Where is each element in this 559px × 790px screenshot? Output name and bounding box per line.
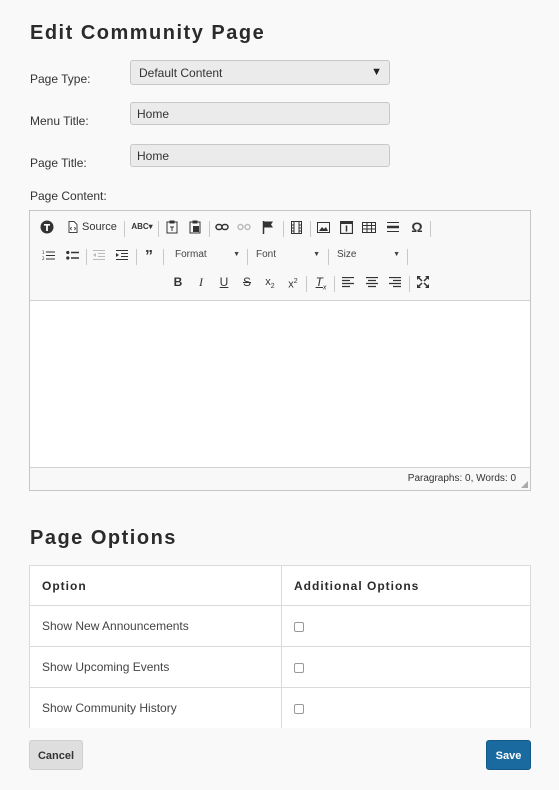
- video-icon[interactable]: [288, 217, 304, 237]
- page-content-label: Page Content:: [30, 189, 107, 203]
- chevron-down-icon: ▼: [313, 251, 320, 258]
- iframe-icon[interactable]: [338, 217, 354, 237]
- format-dropdown[interactable]: Format ▼: [175, 245, 240, 265]
- horizontal-rule-icon[interactable]: [385, 217, 401, 237]
- rich-text-editor: Source ABC▾ Ω 1 2 ” Format ▼ Font ▼ Size…: [29, 210, 531, 491]
- chevron-down-icon: ▼: [393, 251, 400, 258]
- blockquote-icon[interactable]: ”: [141, 245, 157, 265]
- format-label: Format: [175, 249, 207, 260]
- editor-content-area[interactable]: [30, 301, 530, 468]
- editor-status-bar: Paragraphs: 0, Words: 0: [30, 467, 530, 490]
- page-options-table: Option Additional Options Show New Annou…: [29, 565, 531, 728]
- option-label: Show Community History: [29, 687, 282, 728]
- font-dropdown[interactable]: Font ▼: [256, 245, 320, 265]
- anchor-icon[interactable]: [260, 217, 276, 237]
- menu-title-label: Menu Title:: [30, 114, 89, 128]
- maximize-icon[interactable]: [415, 272, 431, 292]
- resize-handle[interactable]: [521, 481, 528, 488]
- option-column-header: Option: [29, 565, 282, 606]
- italic-icon[interactable]: I: [193, 272, 209, 292]
- menu-title-field[interactable]: Home: [130, 102, 390, 125]
- table-icon[interactable]: [361, 217, 377, 237]
- show-upcoming-events-checkbox[interactable]: [294, 662, 304, 673]
- strikethrough-icon[interactable]: S: [239, 272, 255, 292]
- align-right-icon[interactable]: [387, 272, 403, 292]
- page-title-field[interactable]: Home: [130, 144, 390, 167]
- page-options-title: Page Options: [30, 527, 177, 549]
- size-dropdown[interactable]: Size ▼: [337, 245, 400, 265]
- additional-options-column-header: Additional Options: [281, 565, 531, 606]
- superscript-icon[interactable]: x2: [285, 272, 301, 292]
- source-button[interactable]: Source: [68, 217, 120, 237]
- remove-format-icon[interactable]: Tx: [313, 272, 329, 292]
- unlink-icon[interactable]: [236, 217, 252, 237]
- cancel-button[interactable]: Cancel: [29, 740, 83, 770]
- svg-text:2: 2: [42, 256, 45, 261]
- page-type-select[interactable]: Default Content ▼: [130, 60, 390, 85]
- link-icon[interactable]: [214, 217, 230, 237]
- page-type-label: Page Type:: [30, 72, 91, 86]
- save-button[interactable]: Save: [486, 740, 531, 770]
- chevron-down-icon: ▼: [371, 66, 382, 78]
- subscript-icon[interactable]: x2: [262, 272, 278, 292]
- chevron-down-icon: ▼: [233, 251, 240, 258]
- about-icon[interactable]: [40, 217, 56, 237]
- indent-icon[interactable]: [114, 245, 130, 265]
- editor-toolbar: Source ABC▾ Ω 1 2 ” Format ▼ Font ▼ Size…: [30, 211, 530, 301]
- table-row: Show New Announcements: [29, 605, 531, 647]
- numbered-list-icon[interactable]: 12: [40, 245, 56, 265]
- show-community-history-checkbox[interactable]: [294, 703, 304, 714]
- font-label: Font: [256, 249, 277, 260]
- word-count: Paragraphs: 0, Words: 0: [407, 473, 516, 484]
- size-label: Size: [337, 249, 357, 260]
- svg-text:1: 1: [42, 250, 45, 255]
- outdent-icon[interactable]: [91, 245, 107, 265]
- page-title-label: Page Title:: [30, 156, 87, 170]
- align-left-icon[interactable]: [340, 272, 356, 292]
- table-row: Show Community History: [29, 687, 531, 728]
- paste-word-icon[interactable]: [187, 217, 203, 237]
- show-new-announcements-checkbox[interactable]: [294, 621, 304, 632]
- special-char-icon[interactable]: Ω: [409, 217, 425, 237]
- spellcheck-icon[interactable]: ABC▾: [130, 217, 154, 237]
- option-label: Show Upcoming Events: [29, 646, 282, 688]
- paste-text-icon[interactable]: [164, 217, 180, 237]
- image-icon[interactable]: [315, 217, 331, 237]
- option-label: Show New Announcements: [29, 605, 282, 647]
- source-label: Source: [82, 221, 117, 233]
- page-title: Edit Community Page: [30, 22, 266, 44]
- bulleted-list-icon[interactable]: [64, 245, 80, 265]
- table-row: Show Upcoming Events: [29, 646, 531, 688]
- align-center-icon[interactable]: [364, 272, 380, 292]
- page-type-value: Default Content: [139, 66, 223, 80]
- bold-icon[interactable]: B: [170, 272, 186, 292]
- underline-icon[interactable]: U: [216, 272, 232, 292]
